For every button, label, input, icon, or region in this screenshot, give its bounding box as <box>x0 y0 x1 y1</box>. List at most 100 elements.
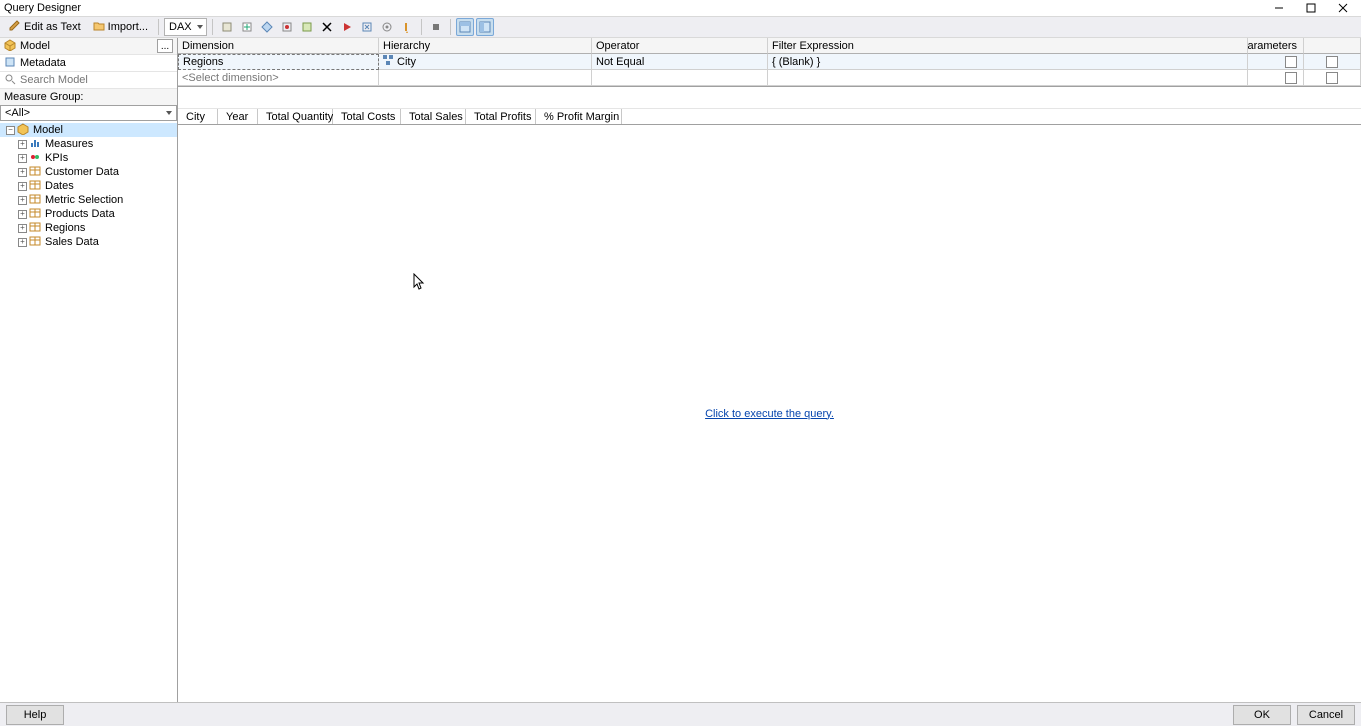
hierarchy-icon <box>383 55 393 68</box>
filter-cell-hierarchy-value: City <box>397 56 416 68</box>
result-header-year[interactable]: Year <box>218 109 258 124</box>
design-mode-icon[interactable] <box>378 18 396 36</box>
metadata-panel: Model ... Metadata Measure Group: <All> … <box>0 38 178 702</box>
filter-placeholder-param-2[interactable] <box>1304 70 1361 86</box>
expand-icon[interactable]: + <box>18 238 27 247</box>
close-button[interactable] <box>1329 0 1357 16</box>
show-empty-icon[interactable] <box>258 18 276 36</box>
search-row <box>0 72 177 89</box>
filter-cell-operator[interactable]: Not Equal <box>592 54 768 70</box>
execute-query-link[interactable]: Click to execute the query. <box>705 408 834 420</box>
import-button[interactable]: Import... <box>88 18 153 36</box>
filter-cell-expression[interactable]: { (Blank) } <box>768 54 1248 70</box>
collapse-icon[interactable]: − <box>6 126 15 135</box>
refresh-icon[interactable] <box>218 18 236 36</box>
toolbar-sep-4 <box>450 19 451 35</box>
filter-placeholder-dimension[interactable]: <Select dimension> <box>178 70 379 86</box>
checkbox[interactable] <box>1326 56 1338 68</box>
toggle-panel-2-icon[interactable] <box>476 18 494 36</box>
tree-item-sales-data[interactable]: + Sales Data <box>0 235 177 249</box>
expand-icon[interactable]: + <box>18 182 27 191</box>
tree-item-products-data[interactable]: + Products Data <box>0 207 177 221</box>
expand-icon[interactable]: + <box>18 224 27 233</box>
toolbar-sep-3 <box>421 19 422 35</box>
auto-exec-icon[interactable] <box>278 18 296 36</box>
model-browse-button[interactable]: ... <box>157 39 173 53</box>
result-grid: City Year Total Quantity Total Costs Tot… <box>178 109 1361 702</box>
checkbox[interactable] <box>1285 56 1297 68</box>
tree-item-label: Measures <box>43 138 93 150</box>
ok-button[interactable]: OK <box>1233 705 1291 725</box>
tree-item-measures[interactable]: + Measures <box>0 137 177 151</box>
filter-placeholder-param-1[interactable] <box>1248 70 1304 86</box>
search-icon <box>4 73 16 88</box>
filter-header-filter-expression[interactable]: Filter Expression <box>768 38 1248 54</box>
filter-placeholder-hierarchy[interactable] <box>379 70 592 86</box>
expand-icon[interactable]: + <box>18 168 27 177</box>
execute-icon[interactable] <box>338 18 356 36</box>
prepare-icon[interactable] <box>427 18 445 36</box>
cube-small-icon <box>4 56 16 71</box>
filter-header-parameters[interactable]: Parameters <box>1248 38 1304 54</box>
language-select[interactable]: DAX <box>164 18 207 36</box>
filter-cell-dimension[interactable]: Regions <box>178 54 379 70</box>
expand-icon[interactable]: + <box>18 210 27 219</box>
import-label: Import... <box>108 21 148 33</box>
result-header-total-profits[interactable]: Total Profits <box>466 109 536 124</box>
expand-icon[interactable]: + <box>18 140 27 149</box>
result-header-total-costs[interactable]: Total Costs <box>333 109 401 124</box>
tree-root-label: Model <box>31 124 63 136</box>
tree-item-label: KPIs <box>43 152 68 164</box>
cancel-query-icon[interactable] <box>358 18 376 36</box>
table-icon <box>29 165 41 180</box>
tree-item-metric-selection[interactable]: + Metric Selection <box>0 193 177 207</box>
minimize-button[interactable] <box>1265 0 1293 16</box>
kpi-icon <box>29 151 41 166</box>
model-selector-row[interactable]: Model ... <box>0 38 177 55</box>
metadata-tab[interactable]: Metadata <box>0 55 177 72</box>
toolbar-sep-1 <box>158 19 159 35</box>
cancel-button[interactable]: Cancel <box>1297 705 1355 725</box>
filter-header-parameters-spacer <box>1304 38 1361 54</box>
tree-item-dates[interactable]: + Dates <box>0 179 177 193</box>
help-button[interactable]: Help <box>6 705 64 725</box>
metadata-tree[interactable]: − Model + Measures + KPIs + Cust <box>0 121 177 702</box>
folder-open-icon <box>93 20 105 35</box>
tree-root[interactable]: − Model <box>0 123 177 137</box>
expand-icon[interactable]: + <box>18 196 27 205</box>
expand-icon[interactable]: + <box>18 154 27 163</box>
delete-icon[interactable] <box>318 18 336 36</box>
measures-icon <box>29 137 41 152</box>
query-mode-icon[interactable] <box>398 18 416 36</box>
search-input[interactable] <box>20 74 173 86</box>
filter-placeholder-operator[interactable] <box>592 70 768 86</box>
filter-header-dimension[interactable]: Dimension <box>178 38 379 54</box>
tree-item-customer-data[interactable]: + Customer Data <box>0 165 177 179</box>
tree-item-label: Regions <box>43 222 85 234</box>
result-header-city[interactable]: City <box>178 109 218 124</box>
measure-group-label: Measure Group: <box>0 89 177 105</box>
checkbox[interactable] <box>1326 72 1338 84</box>
show-agg-icon[interactable] <box>298 18 316 36</box>
filter-cell-hierarchy[interactable]: City <box>379 54 592 70</box>
result-header-total-sales[interactable]: Total Sales <box>401 109 466 124</box>
toggle-panel-1-icon[interactable] <box>456 18 474 36</box>
filter-header-operator[interactable]: Operator <box>592 38 768 54</box>
cursor-icon <box>413 273 425 294</box>
title-bar: Query Designer <box>0 0 1361 16</box>
filter-cell-param-2[interactable] <box>1304 54 1361 70</box>
result-header-total-quantity[interactable]: Total Quantity <box>258 109 333 124</box>
checkbox[interactable] <box>1285 72 1297 84</box>
result-header-profit-margin[interactable]: % Profit Margin <box>536 109 622 124</box>
filter-placeholder-expression[interactable] <box>768 70 1248 86</box>
tree-item-regions[interactable]: + Regions <box>0 221 177 235</box>
measure-group-select[interactable]: <All> <box>0 105 177 121</box>
filter-cell-param-1[interactable] <box>1248 54 1304 70</box>
tree-item-label: Products Data <box>43 208 115 220</box>
result-body[interactable]: Click to execute the query. <box>178 125 1361 702</box>
add-member-icon[interactable] <box>238 18 256 36</box>
tree-item-kpis[interactable]: + KPIs <box>0 151 177 165</box>
edit-as-text-button[interactable]: Edit as Text <box>4 18 86 36</box>
filter-header-hierarchy[interactable]: Hierarchy <box>379 38 592 54</box>
maximize-button[interactable] <box>1297 0 1325 16</box>
